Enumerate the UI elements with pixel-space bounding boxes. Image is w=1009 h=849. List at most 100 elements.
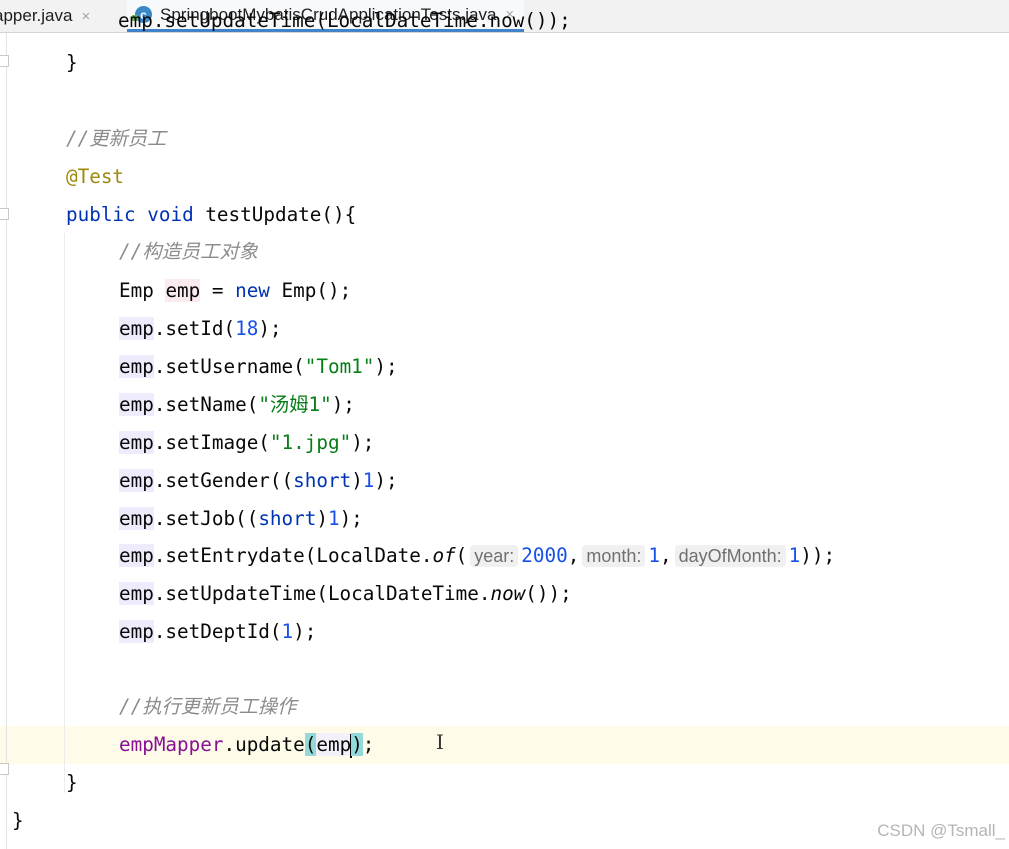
- keyword: new: [235, 279, 270, 302]
- code-line: //更新员工: [66, 120, 166, 158]
- number-literal: 1: [281, 620, 294, 643]
- comment: //执行更新员工操作: [119, 695, 297, 718]
- code-line: emp.setUpdateTime(LocalDateTime.now());: [119, 575, 572, 613]
- close-icon[interactable]: ×: [81, 8, 90, 25]
- code-text: .setImage(: [153, 431, 270, 454]
- type-name: Emp: [119, 279, 154, 302]
- number-literal: 1: [327, 507, 340, 530]
- code-text: ): [316, 507, 328, 530]
- code-text: ));: [800, 544, 836, 567]
- variable-declaration: emp: [165, 279, 201, 302]
- variable-usage: emp: [119, 355, 154, 378]
- parameter-hint: dayOfMonth:: [674, 545, 786, 567]
- code-line: emp.setName("汤姆1");: [119, 386, 355, 424]
- code-text: .setJob((: [153, 507, 259, 530]
- code-text: .setEntrydate(LocalDate.: [153, 544, 433, 567]
- code-text: );: [339, 507, 363, 530]
- code-text: ,: [567, 544, 580, 567]
- code-line: }: [66, 764, 78, 802]
- number-literal: 2000: [521, 544, 568, 567]
- string-literal: "Tom1": [304, 355, 375, 378]
- code-text: );: [258, 317, 282, 340]
- code-line: emp.setId(18);: [119, 310, 282, 348]
- number-literal: 1: [648, 544, 660, 567]
- method-name: testUpdate: [205, 203, 322, 226]
- code-line-current: empMapper.update(emp);: [119, 726, 374, 764]
- code-line: //构造员工对象: [119, 233, 258, 271]
- code-text: .setGender((: [153, 469, 294, 492]
- variable-usage: emp: [119, 469, 154, 492]
- code-text: );: [374, 355, 398, 378]
- code-line: emp.setImage("1.jpg");: [119, 424, 374, 462]
- code-line: public void testUpdate(){: [66, 196, 356, 234]
- annotation: @Test: [66, 165, 125, 188]
- method-call: .update: [223, 733, 305, 756]
- code-text: );: [293, 620, 317, 643]
- tab-label: apper.java: [0, 6, 73, 25]
- code-line: emp.setDeptId(1);: [119, 613, 316, 651]
- string-literal: "汤姆1": [258, 393, 332, 416]
- code-text: =: [211, 279, 224, 302]
- code-line: @Test: [66, 158, 124, 196]
- variable-usage: emp: [119, 544, 154, 567]
- code-text: .setUpdateTime(LocalDateTime.: [153, 582, 491, 605]
- number-literal: 1: [788, 544, 801, 567]
- matched-paren: (: [304, 733, 317, 756]
- code-line: }: [12, 802, 24, 840]
- variable-usage: emp: [119, 507, 154, 530]
- fold-marker-icon[interactable]: [0, 208, 9, 220]
- code-text: );: [331, 393, 355, 416]
- code-text: ,: [659, 544, 672, 567]
- number-literal: 1: [362, 469, 375, 492]
- code-text: .setName(: [153, 393, 259, 416]
- variable-usage: emp: [119, 620, 154, 643]
- variable-usage: emp: [316, 733, 352, 756]
- code-text: ): [351, 469, 363, 492]
- code-editor[interactable]: emp.setUpdateTime(LocalDateTime.now()); …: [0, 9, 1009, 849]
- static-method: now: [490, 582, 526, 605]
- variable-usage: emp: [119, 431, 154, 454]
- parameter-hint: month:: [582, 545, 646, 567]
- code-line: emp.setUpdateTime(LocalDateTime.now());: [118, 2, 571, 40]
- code-line: Emp emp = new Emp();: [119, 272, 351, 310]
- variable-usage: emp: [119, 317, 154, 340]
- gutter-divider: [6, 33, 7, 849]
- code-text: );: [374, 469, 398, 492]
- code-text: Emp();: [281, 279, 352, 302]
- keyword: short: [258, 507, 317, 530]
- code-text: .setUsername(: [153, 355, 305, 378]
- code-text: emp.setUpdateTime(LocalDateTime.now());: [118, 9, 571, 32]
- code-line: emp.setEntrydate(LocalDate.of(year: 2000,…: [119, 537, 835, 575]
- code-text: (){: [321, 203, 357, 226]
- variable-usage: emp: [119, 582, 154, 605]
- string-literal: "1.jpg": [269, 431, 352, 454]
- closing-brace: }: [12, 809, 24, 832]
- code-line: emp.setUsername("Tom1");: [119, 348, 398, 386]
- parameter-hint: year:: [470, 545, 519, 567]
- tab-mapper-java[interactable]: apper.java ×: [0, 0, 90, 32]
- indent-guide: [64, 233, 65, 793]
- keyword: public: [66, 203, 136, 226]
- code-line: emp.setJob((short)1);: [119, 500, 363, 538]
- fold-marker-icon[interactable]: [0, 55, 9, 67]
- code-text: (: [455, 544, 468, 567]
- closing-brace: }: [66, 51, 78, 74]
- matched-paren: ): [351, 733, 363, 756]
- code-text: .setId(: [153, 317, 236, 340]
- closing-brace: }: [66, 771, 78, 794]
- comment: //更新员工: [66, 127, 167, 150]
- fold-marker-icon[interactable]: [0, 763, 9, 775]
- code-line: emp.setGender((short)1);: [119, 462, 398, 500]
- number-literal: 18: [235, 317, 259, 340]
- variable-usage: emp: [119, 393, 154, 416]
- field-reference: empMapper: [119, 733, 224, 756]
- code-text: ;: [362, 733, 375, 756]
- code-line: //执行更新员工操作: [119, 688, 296, 726]
- keyword: short: [293, 469, 352, 492]
- comment: //构造员工对象: [119, 240, 258, 263]
- watermark: CSDN @Tsmall_: [877, 821, 1005, 840]
- static-method: of: [432, 544, 456, 567]
- code-text: ());: [525, 582, 572, 605]
- code-text: );: [351, 431, 375, 454]
- keyword: void: [147, 203, 194, 226]
